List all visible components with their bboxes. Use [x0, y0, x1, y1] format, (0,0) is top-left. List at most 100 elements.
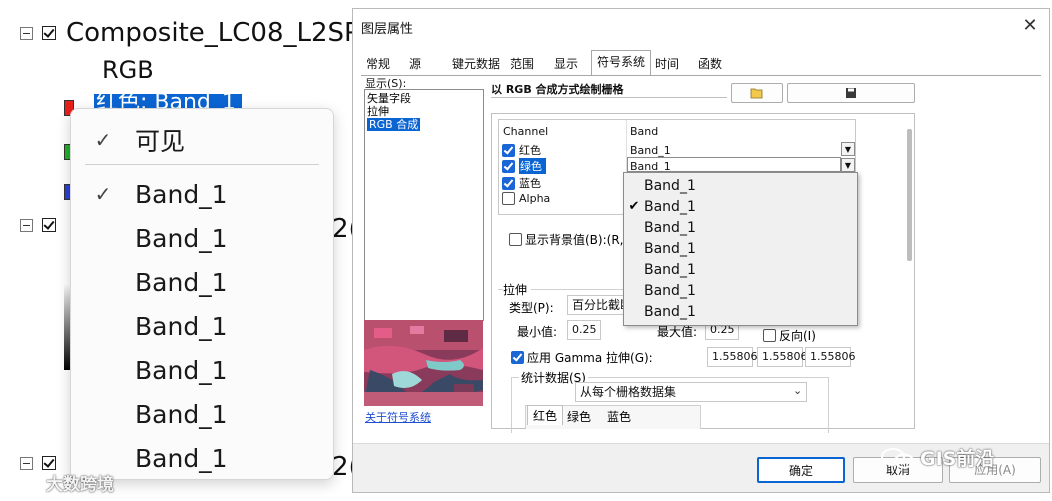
table-row[interactable]: Alpha: [502, 192, 550, 205]
section-heading: 以 RGB 合成方式绘制栅格: [491, 83, 624, 96]
renderer-list[interactable]: 矢量字段 拉伸 RGB 合成: [364, 89, 484, 321]
chevron-down-icon[interactable]: ▼: [841, 142, 855, 156]
close-icon[interactable]: ✕: [1019, 15, 1041, 37]
channel-checkbox[interactable]: [502, 192, 515, 205]
check-icon: ✔: [628, 199, 640, 214]
tab-display[interactable]: 显示: [551, 53, 581, 75]
tab-blue[interactable]: 蓝色: [607, 408, 631, 425]
band-dropdown-list: Band_1 ✔ Band_1 Band_1 Band_1 Band_1 Band…: [623, 172, 858, 326]
dropdown-item[interactable]: Band_1: [624, 301, 857, 322]
gamma-option[interactable]: 应用 Gamma 拉伸(G):: [511, 349, 653, 366]
dropdown-item-selected[interactable]: ✔ Band_1: [624, 196, 857, 217]
channel-checkbox[interactable]: [502, 176, 515, 190]
menu-item-band[interactable]: Band_1: [71, 219, 333, 257]
table-row[interactable]: 红色: [502, 142, 541, 158]
check-icon: ✓: [94, 128, 112, 152]
menu-item-label: Band_1: [135, 179, 228, 209]
collapse-icon[interactable]: [20, 218, 33, 232]
toc-row-composite: Composite_LC08_L2SP: [20, 18, 360, 48]
dropdown-item-label: Band_1: [644, 198, 696, 215]
show-background-option[interactable]: 显示背景值(B):(R, G: [509, 231, 637, 248]
channel-name: 红色: [519, 144, 541, 157]
invert-option[interactable]: 反向(I): [763, 327, 816, 344]
tab-time[interactable]: 时间: [653, 53, 681, 75]
tab-green[interactable]: 绿色: [567, 408, 591, 425]
gamma-red-field[interactable]: 1.55806: [707, 347, 758, 367]
min-value-field[interactable]: 0.25: [567, 320, 601, 340]
layer-visibility-checkbox[interactable]: [42, 26, 56, 40]
channel-band[interactable]: Band_1: [630, 144, 671, 157]
tab-extent[interactable]: 范围: [507, 53, 537, 75]
layer-visibility-checkbox[interactable]: [42, 218, 56, 232]
gamma-blue-field[interactable]: 1.55806: [805, 347, 856, 367]
ok-button[interactable]: 确定: [757, 457, 845, 483]
menu-item-band[interactable]: Band_1: [71, 263, 333, 301]
menu-separator: [85, 164, 319, 165]
about-symbology-link[interactable]: 关于符号系统: [365, 409, 431, 425]
menu-item-label: Band_1: [135, 267, 228, 297]
menu-item-band[interactable]: Band_1: [71, 351, 333, 389]
dropdown-item[interactable]: Band_1: [624, 259, 857, 280]
table-row[interactable]: 绿色: [502, 158, 546, 174]
stretch-type-select[interactable]: 百分比截断: [567, 295, 631, 315]
menu-item-band[interactable]: Band_1: [71, 307, 333, 345]
watermark-right: GIS前沿: [880, 444, 994, 471]
tab-symbology[interactable]: 符号系统: [591, 50, 651, 76]
watermark-text: GIS前沿: [920, 448, 995, 470]
column-header-band: Band: [630, 125, 659, 138]
show-background-checkbox[interactable]: [509, 233, 522, 246]
watermark-logo-icon: [8, 473, 33, 492]
dropdown-item[interactable]: Band_1: [624, 175, 857, 196]
folder-icon: [750, 88, 763, 99]
tab-red[interactable]: 红色: [527, 405, 563, 425]
gamma-label: 应用 Gamma 拉伸(G):: [527, 351, 653, 365]
dropdown-item-label: Band_1: [644, 219, 696, 236]
save-layer-file-button[interactable]: [787, 83, 915, 103]
list-item-selected[interactable]: RGB 合成: [367, 118, 421, 131]
dropdown-item-label: Band_1: [644, 240, 696, 257]
heading-rule: [491, 97, 727, 98]
menu-item-label: Band_1: [135, 223, 228, 253]
chevron-down-icon[interactable]: ▼: [841, 158, 855, 172]
dropdown-item[interactable]: Band_1: [624, 217, 857, 238]
invert-checkbox[interactable]: [763, 329, 776, 342]
open-layer-file-button[interactable]: [731, 83, 783, 103]
table-row[interactable]: 蓝色: [502, 175, 541, 191]
dropdown-item[interactable]: Band_1: [624, 238, 857, 259]
channel-name: 绿色: [519, 158, 546, 174]
tab-source[interactable]: 源: [405, 53, 425, 75]
satellite-thumbnail: [364, 320, 483, 406]
collapse-icon[interactable]: [20, 26, 33, 40]
show-background-label: 显示背景值(B):(R, G: [525, 233, 637, 247]
tab-general[interactable]: 常规: [365, 53, 391, 75]
layer-name[interactable]: Composite_LC08_L2SP: [66, 18, 360, 48]
stretch-group-label: 拉伸: [503, 281, 532, 298]
channel-checkbox[interactable]: [502, 143, 515, 157]
panel-scrollbar[interactable]: [907, 129, 912, 261]
rgb-preview-image: [364, 320, 483, 406]
menu-item-band[interactable]: Band_1: [71, 395, 333, 433]
gamma-checkbox[interactable]: [511, 351, 524, 364]
min-label: 最小值:: [517, 325, 558, 339]
band-context-menu: ✓ 可见 ✓ Band_1 Band_1 Band_1 Band_1 Band_…: [70, 108, 334, 480]
gamma-green-field[interactable]: 1.55806: [757, 347, 808, 367]
channel-name: 蓝色: [519, 177, 541, 190]
tab-key-metadata[interactable]: 键元数据: [451, 53, 501, 75]
stats-source-select[interactable]: 从每个栅格数据集: [575, 382, 807, 402]
watermark-left: 大数跨境: [8, 470, 114, 495]
channel-checkbox[interactable]: [502, 159, 515, 173]
type-label: 类型(P):: [509, 301, 554, 315]
list-item[interactable]: 矢量字段: [367, 92, 411, 105]
floppy-icon: [846, 88, 856, 98]
toc-row-rgb: RGB: [102, 56, 154, 84]
toc-row-layer2: [20, 218, 56, 232]
dropdown-item[interactable]: Band_1: [624, 280, 857, 301]
tab-functions[interactable]: 函数: [695, 53, 725, 75]
collapse-icon[interactable]: [20, 456, 33, 470]
toc-row-layer3: [20, 456, 56, 470]
chevron-down-icon[interactable]: ⌄: [793, 384, 802, 397]
menu-item-band[interactable]: ✓ Band_1: [71, 175, 333, 213]
layer-visibility-checkbox[interactable]: [42, 456, 56, 470]
menu-item-visible[interactable]: ✓ 可见: [71, 121, 333, 159]
list-item[interactable]: 拉伸: [367, 105, 389, 118]
